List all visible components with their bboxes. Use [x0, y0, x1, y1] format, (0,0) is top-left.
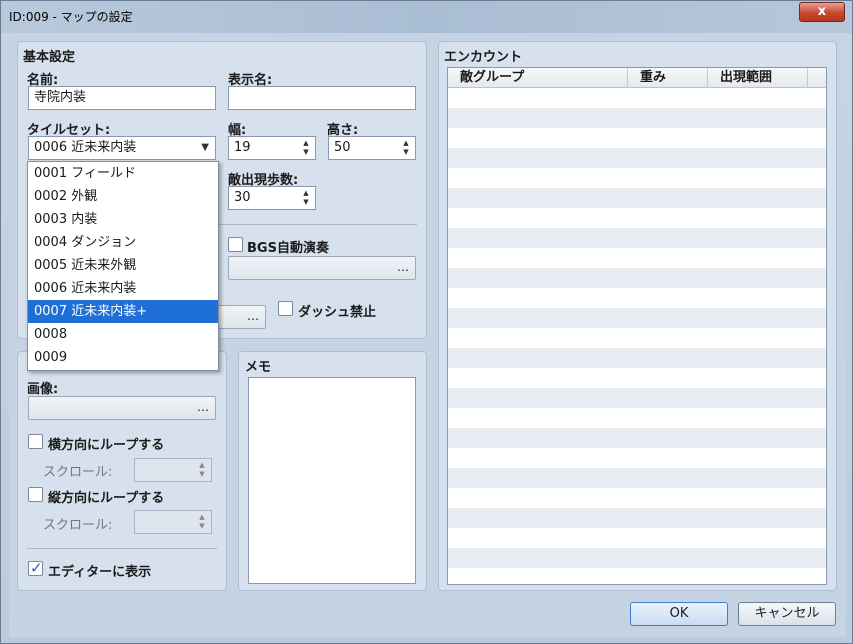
list-item[interactable] — [448, 188, 826, 208]
ellipsis-icon: … — [397, 260, 409, 274]
tileset-select[interactable]: 0006 近未来内装 ▼ — [28, 136, 216, 160]
list-item[interactable] — [448, 548, 826, 568]
encounter-list-header: 敵グループ 重み 出現範囲 — [448, 68, 826, 88]
list-item[interactable] — [448, 328, 826, 348]
show-in-editor-checkbox[interactable] — [28, 559, 43, 577]
tileset-option[interactable]: 0009 — [28, 346, 218, 369]
spin-arrows-icon[interactable]: ▲ ▼ — [301, 139, 311, 157]
list-item[interactable] — [448, 448, 826, 468]
column-header-troop[interactable]: 敵グループ — [448, 68, 628, 88]
close-button[interactable]: x — [799, 2, 845, 22]
list-item[interactable] — [448, 108, 826, 128]
width-stepper[interactable]: 19 ▲ ▼ — [228, 136, 316, 160]
spin-arrows-icon[interactable]: ▲ ▼ — [301, 189, 311, 207]
bgm-select-field[interactable]: … — [211, 305, 266, 329]
loop-vertical-checkbox[interactable] — [28, 487, 43, 502]
window-title: ID:009 - マップの設定 — [9, 10, 133, 24]
map-settings-dialog: ID:009 - マップの設定 x 基本設定 名前: 寺院内装 表示名: タイル… — [0, 0, 853, 644]
basic-settings-heading: 基本設定 — [23, 50, 76, 65]
loop-horizontal-checkbox[interactable] — [28, 434, 43, 449]
tileset-option[interactable]: 0003 内装 — [28, 208, 218, 231]
list-item[interactable] — [448, 288, 826, 308]
bgs-auto-checkbox[interactable] — [228, 237, 243, 252]
list-item[interactable] — [448, 528, 826, 548]
list-item[interactable] — [448, 248, 826, 268]
basic-divider — [219, 224, 417, 225]
chevron-down-icon: ▼ — [201, 142, 209, 153]
width-value: 19 — [234, 140, 251, 155]
list-item[interactable] — [448, 368, 826, 388]
memo-heading: メモ — [245, 360, 272, 375]
cancel-button[interactable]: キャンセル — [738, 602, 836, 626]
encounter-heading: エンカウント — [444, 50, 523, 65]
memo-textarea[interactable] — [248, 377, 416, 584]
spin-arrows-icon[interactable]: ▲ ▼ — [197, 513, 207, 531]
scroll-vertical-stepper[interactable]: ▲ ▼ — [134, 510, 212, 534]
parallax-image-field[interactable]: … — [28, 396, 216, 420]
list-item[interactable] — [448, 388, 826, 408]
loop-vertical-label: 縦方向にループする — [48, 491, 165, 506]
list-item[interactable] — [448, 168, 826, 188]
encounter-list[interactable]: 敵グループ 重み 出現範囲 — [447, 67, 827, 585]
tileset-option[interactable]: 0002 外観 — [28, 185, 218, 208]
spin-arrows-icon[interactable]: ▲ ▼ — [197, 461, 207, 479]
tileset-option[interactable]: 0008 — [28, 323, 218, 346]
ellipsis-icon: … — [247, 309, 259, 323]
scroll-horizontal-stepper[interactable]: ▲ ▼ — [134, 458, 212, 482]
list-item[interactable] — [448, 488, 826, 508]
name-input[interactable]: 寺院内装 — [28, 86, 216, 110]
tileset-selected-value: 0006 近未来内装 — [34, 140, 137, 155]
list-item[interactable] — [448, 468, 826, 488]
list-item[interactable] — [448, 348, 826, 368]
list-item[interactable] — [448, 208, 826, 228]
list-item[interactable] — [448, 148, 826, 168]
column-header-range[interactable]: 出現範囲 — [708, 68, 808, 88]
tileset-dropdown-list: 0001 フィールド 0002 外観 0003 内装 0004 ダンジョン 00… — [27, 161, 219, 371]
loop-horizontal-label: 横方向にループする — [48, 438, 165, 453]
parallax-divider — [27, 548, 217, 549]
list-item[interactable] — [448, 428, 826, 448]
list-item[interactable] — [448, 268, 826, 288]
list-item[interactable] — [448, 568, 826, 584]
dash-disable-checkbox[interactable] — [278, 301, 293, 316]
encounter-rows — [448, 88, 826, 584]
list-item[interactable] — [448, 128, 826, 148]
parallax-image-label: 画像: — [27, 382, 59, 397]
tileset-option-highlighted[interactable]: 0007 近未来内装+ — [28, 300, 218, 323]
display-name-input[interactable] — [228, 86, 416, 110]
height-stepper[interactable]: 50 ▲ ▼ — [328, 136, 416, 160]
height-value: 50 — [334, 140, 351, 155]
encounter-steps-value: 30 — [234, 190, 251, 205]
tileset-option[interactable]: 0006 近未来内装 — [28, 277, 218, 300]
scroll-horizontal-label: スクロール: — [43, 465, 113, 480]
tileset-option[interactable]: 0004 ダンジョン — [28, 231, 218, 254]
column-header-weight[interactable]: 重み — [628, 68, 708, 88]
list-item[interactable] — [448, 228, 826, 248]
list-item[interactable] — [448, 308, 826, 328]
spin-arrows-icon[interactable]: ▲ ▼ — [401, 139, 411, 157]
tileset-option[interactable]: 0001 フィールド — [28, 162, 218, 185]
encounter-steps-stepper[interactable]: 30 ▲ ▼ — [228, 186, 316, 210]
ok-button[interactable]: OK — [630, 602, 728, 626]
title-bar: ID:009 - マップの設定 x — [1, 1, 852, 33]
bgs-auto-label: BGS自動演奏 — [247, 241, 329, 256]
tileset-option[interactable]: 0005 近未来外観 — [28, 254, 218, 277]
dash-disable-label: ダッシュ禁止 — [298, 305, 377, 320]
list-item[interactable] — [448, 88, 826, 108]
list-item[interactable] — [448, 508, 826, 528]
scroll-vertical-label: スクロール: — [43, 518, 113, 533]
show-in-editor-label: エディターに表示 — [48, 565, 152, 580]
list-item[interactable] — [448, 408, 826, 428]
ellipsis-icon: … — [197, 400, 209, 414]
bgs-select-field[interactable]: … — [228, 256, 416, 280]
